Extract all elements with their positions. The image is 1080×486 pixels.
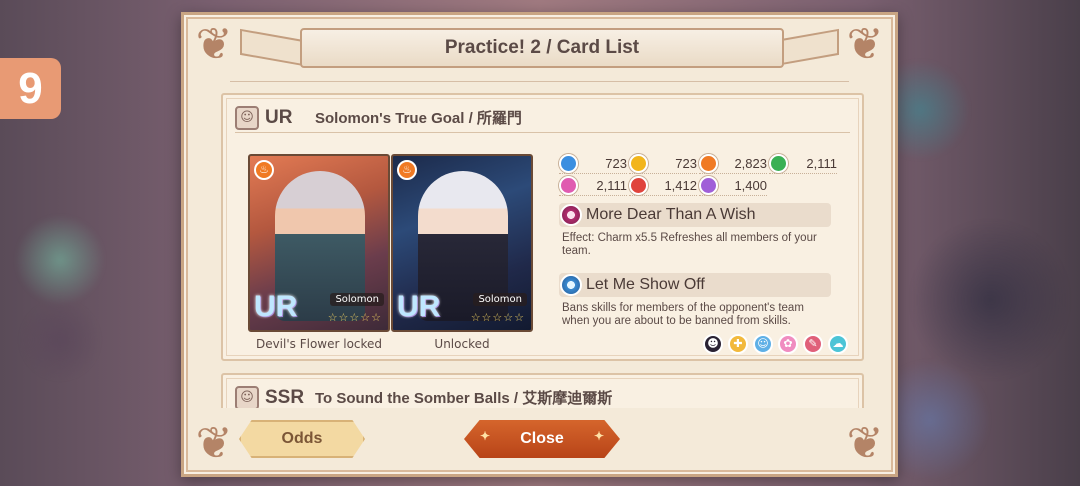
power-attribute-icon — [629, 176, 648, 195]
ornament-corner-icon: ❦ — [846, 418, 884, 469]
card-entry-header: ☺ SSR To Sound the Somber Balls / 艾斯摩迪爾斯 — [235, 383, 850, 408]
card-entry-header: ☺ UR Solomon's True Goal / 所羅門 — [235, 103, 850, 133]
card-name: Solomon's True Goal / 所羅門 — [315, 110, 522, 127]
fire-icon: ♨ — [397, 160, 417, 180]
stars-icon: ☆☆☆☆☆ — [327, 311, 382, 324]
stat-row: 2,111 1,412 1,400 — [559, 175, 839, 197]
gift-icon[interactable]: ✚ — [728, 334, 748, 354]
stat-row: 723 723 2,823 2,111 — [559, 153, 839, 175]
card-list-scroll-area[interactable]: ☺ UR Solomon's True Goal / 所羅門 ♨ Solomon… — [221, 93, 866, 408]
card-art-unlocked[interactable]: ♨ Solomon UR ☆☆☆☆☆ — [391, 154, 533, 332]
card-name: To Sound the Somber Balls / 艾斯摩迪爾斯 — [315, 390, 613, 407]
card-rarity: SSR — [265, 386, 305, 408]
ornament-corner-icon: ❦ — [195, 19, 233, 70]
dialog-title: Practice! 2 / Card List — [444, 37, 640, 58]
ornament-corner-icon: ❦ — [195, 418, 233, 469]
card-stats: 723 723 2,823 2,111 2,111 1,412 1,400 — [559, 153, 839, 197]
card-rarity-badge: UR — [397, 290, 441, 323]
stat-power: 1,412 — [629, 176, 697, 196]
skill-header: More Dear Than A Wish — [559, 203, 831, 227]
demon-icon[interactable]: ☻ — [703, 334, 723, 354]
card-entry-ur: ☺ UR Solomon's True Goal / 所羅門 ♨ Solomon… — [221, 93, 864, 361]
stars-icon: ☆☆☆☆☆ — [470, 311, 525, 324]
card-entry-ssr[interactable]: ☺ SSR To Sound the Somber Balls / 艾斯摩迪爾斯 — [221, 373, 864, 408]
fire-attribute-icon — [699, 154, 718, 173]
card-character-name: Solomon — [330, 293, 384, 306]
face-icon[interactable]: ☺ — [753, 334, 773, 354]
stat-value: 1,412 — [664, 178, 697, 193]
close-button[interactable]: Close — [464, 420, 620, 458]
stat-magic: 1,400 — [699, 176, 767, 196]
character-icon: ☺ — [235, 105, 259, 130]
card-rarity: UR — [265, 106, 293, 128]
character-icon: ☺ — [235, 385, 259, 408]
magic-attribute-icon — [699, 176, 718, 195]
card-art-locked[interactable]: ♨ Solomon UR ☆☆☆☆☆ — [248, 154, 390, 332]
card-character-name: Solomon — [473, 293, 527, 306]
skill-name: Let Me Show Off — [586, 276, 705, 293]
stat-value: 2,111 — [596, 178, 627, 193]
ornament-corner-icon: ❦ — [846, 19, 884, 70]
stat-value: 1,400 — [734, 178, 767, 193]
charm-skill-icon — [560, 204, 582, 226]
ban-skill-icon — [560, 274, 582, 296]
fire-icon: ♨ — [254, 160, 274, 180]
stat-value: 723 — [605, 156, 627, 171]
skill-description: Effect: Charm x5.5 Refreshes all members… — [562, 232, 817, 257]
card-rarity-badge: UR — [254, 290, 298, 323]
stat-charm: 2,111 — [559, 176, 627, 196]
divider — [230, 81, 849, 82]
charm-attribute-icon — [559, 176, 578, 195]
skill-header: Let Me Show Off — [559, 273, 831, 297]
wind-attribute-icon — [629, 154, 648, 173]
stat-value: 2,823 — [734, 156, 767, 171]
card-list-dialog: ❦ ❦ ❦ ❦ Practice! 2 / Card List ☺ UR Sol… — [181, 12, 898, 477]
nature-attribute-icon — [769, 154, 788, 173]
odds-button[interactable]: Odds — [239, 420, 365, 458]
stat-wind: 723 — [629, 154, 697, 174]
water-attribute-icon — [559, 154, 578, 173]
stat-water: 723 — [559, 154, 627, 174]
stat-nature: 2,111 — [769, 154, 837, 174]
card-art-caption: Unlocked — [434, 337, 490, 351]
stat-value: 723 — [675, 156, 697, 171]
skill-let-me-show-off: Let Me Show Off Bans skills for members … — [559, 273, 831, 328]
skill-name: More Dear Than A Wish — [586, 206, 756, 223]
stage-number-badge: 9 — [0, 58, 61, 119]
skill-more-dear-than-a-wish: More Dear Than A Wish Effect: Charm x5.5… — [559, 203, 831, 258]
dialog-title-banner: Practice! 2 / Card List — [300, 28, 784, 68]
skill-description: Bans skills for members of the opponent'… — [562, 302, 804, 327]
flower-icon[interactable]: ✿ — [778, 334, 798, 354]
card-art-caption: Devil's Flower locked — [255, 337, 383, 351]
card-tag-icons: ☻ ✚ ☺ ✿ ✎ ☁ — [698, 334, 848, 354]
chat-icon[interactable]: ☁ — [828, 334, 848, 354]
stat-fire: 2,823 — [699, 154, 767, 174]
wrench-icon[interactable]: ✎ — [803, 334, 823, 354]
stat-value: 2,111 — [806, 156, 837, 171]
